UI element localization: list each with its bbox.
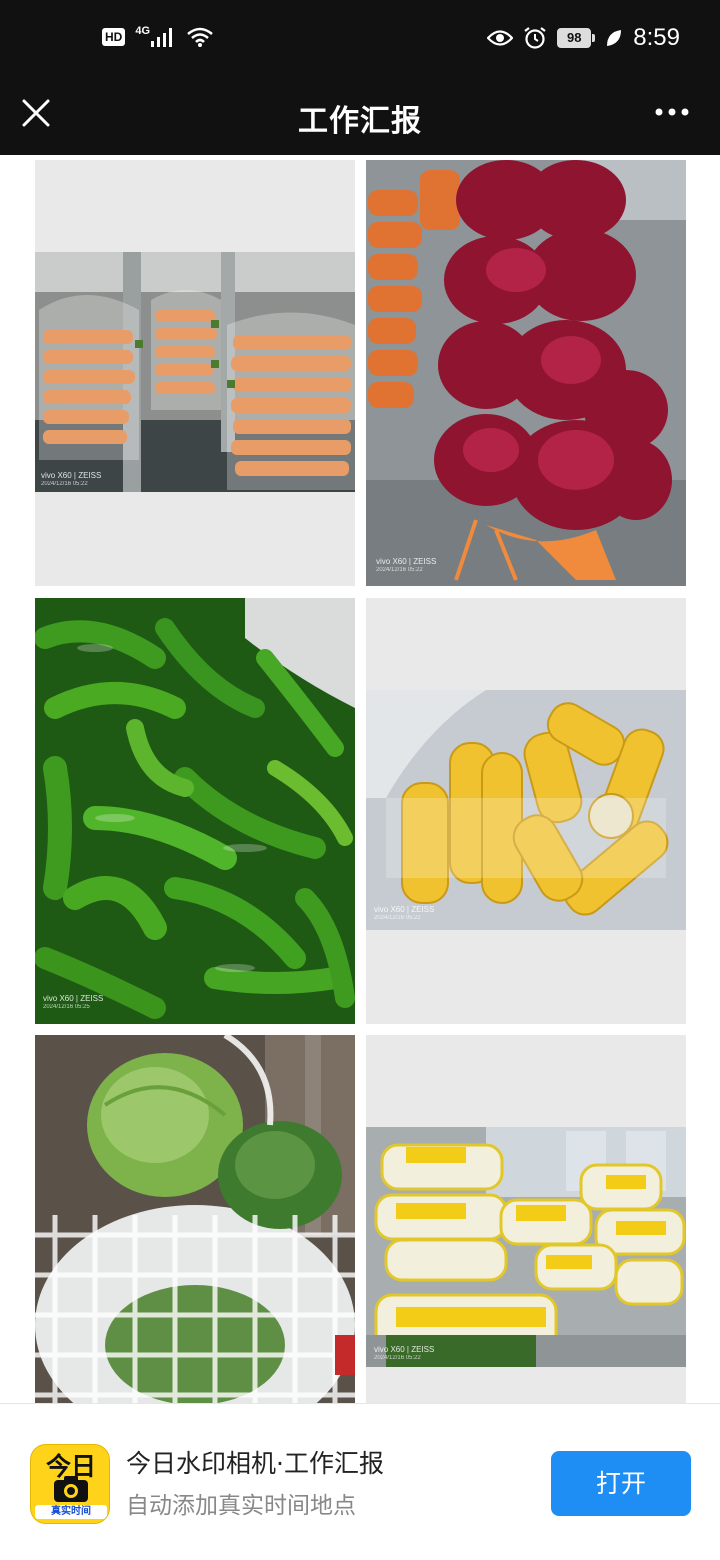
photo-watermark: vivo X60 | ZEISS 2024/12/16 05:25 — [43, 994, 104, 1010]
open-app-button[interactable]: 打开 — [551, 1451, 691, 1516]
onions-image — [366, 160, 686, 586]
alarm-icon — [524, 27, 546, 49]
photo-watermark: vivo X60 | ZEISS 2024/12/16 05:22 — [374, 1345, 435, 1361]
photo-corn[interactable]: vivo X60 | ZEISS 2024/12/16 05:22 — [366, 598, 686, 1024]
hd-badge: HD — [102, 28, 126, 46]
app-description: 自动添加真实时间地点 — [126, 1493, 356, 1519]
photo-watermark: vivo X60 | ZEISS 2024/12/16 05:22 — [41, 471, 102, 487]
photo-gallery: vivo X60 | ZEISS 2024/12/16 05:22 vivo X… — [0, 155, 720, 1403]
carrots-image — [35, 160, 355, 586]
leaf-icon — [607, 30, 622, 46]
camera-icon — [54, 1476, 88, 1502]
app-logo[interactable]: 今日 真实时间 — [30, 1444, 110, 1524]
photo-onions[interactable]: vivo X60 | ZEISS 2024/12/16 05:22 — [366, 160, 686, 586]
photo-peppers[interactable]: vivo X60 | ZEISS 2024/12/16 05:25 — [35, 598, 355, 1024]
logo-subtext: 真实时间 — [35, 1505, 107, 1519]
nav-bar: 工作汇报 — [0, 82, 720, 155]
photo-watermark: vivo X60 | ZEISS 2024/12/16 05:22 — [374, 905, 435, 921]
status-left: HD 4G — [102, 25, 214, 48]
wifi-icon — [187, 27, 213, 47]
photo-napa-cabbage[interactable]: vivo X60 | ZEISS 2024/12/16 05:22 — [366, 1035, 686, 1403]
app-name: 今日水印相机·工作汇报 — [126, 1449, 384, 1478]
corn-image — [366, 598, 686, 1024]
network-type: 4G — [135, 25, 151, 37]
peppers-image — [35, 598, 355, 1024]
more-button[interactable] — [654, 96, 690, 128]
battery-level: 98 — [557, 28, 592, 48]
battery-icon: 98 — [557, 28, 596, 48]
signal-icon — [151, 28, 173, 47]
app-promo-banner: 今日 真实时间 今日水印相机·工作汇报 自动添加真实时间地点 打开 — [0, 1403, 720, 1560]
page-title: 工作汇报 — [298, 104, 422, 139]
cabbage-image — [35, 1035, 355, 1403]
status-bar: HD 4G 98 8:59 — [0, 0, 720, 82]
photo-watermark: vivo X60 | ZEISS 2024/12/16 05:22 — [376, 557, 437, 573]
photo-cabbage[interactable] — [35, 1035, 355, 1403]
eye-icon — [487, 30, 514, 46]
more-icon — [655, 108, 689, 116]
status-right: 98 8:59 — [487, 24, 680, 52]
photo-carrots[interactable]: vivo X60 | ZEISS 2024/12/16 05:22 — [35, 160, 355, 586]
clock: 8:59 — [633, 24, 680, 51]
